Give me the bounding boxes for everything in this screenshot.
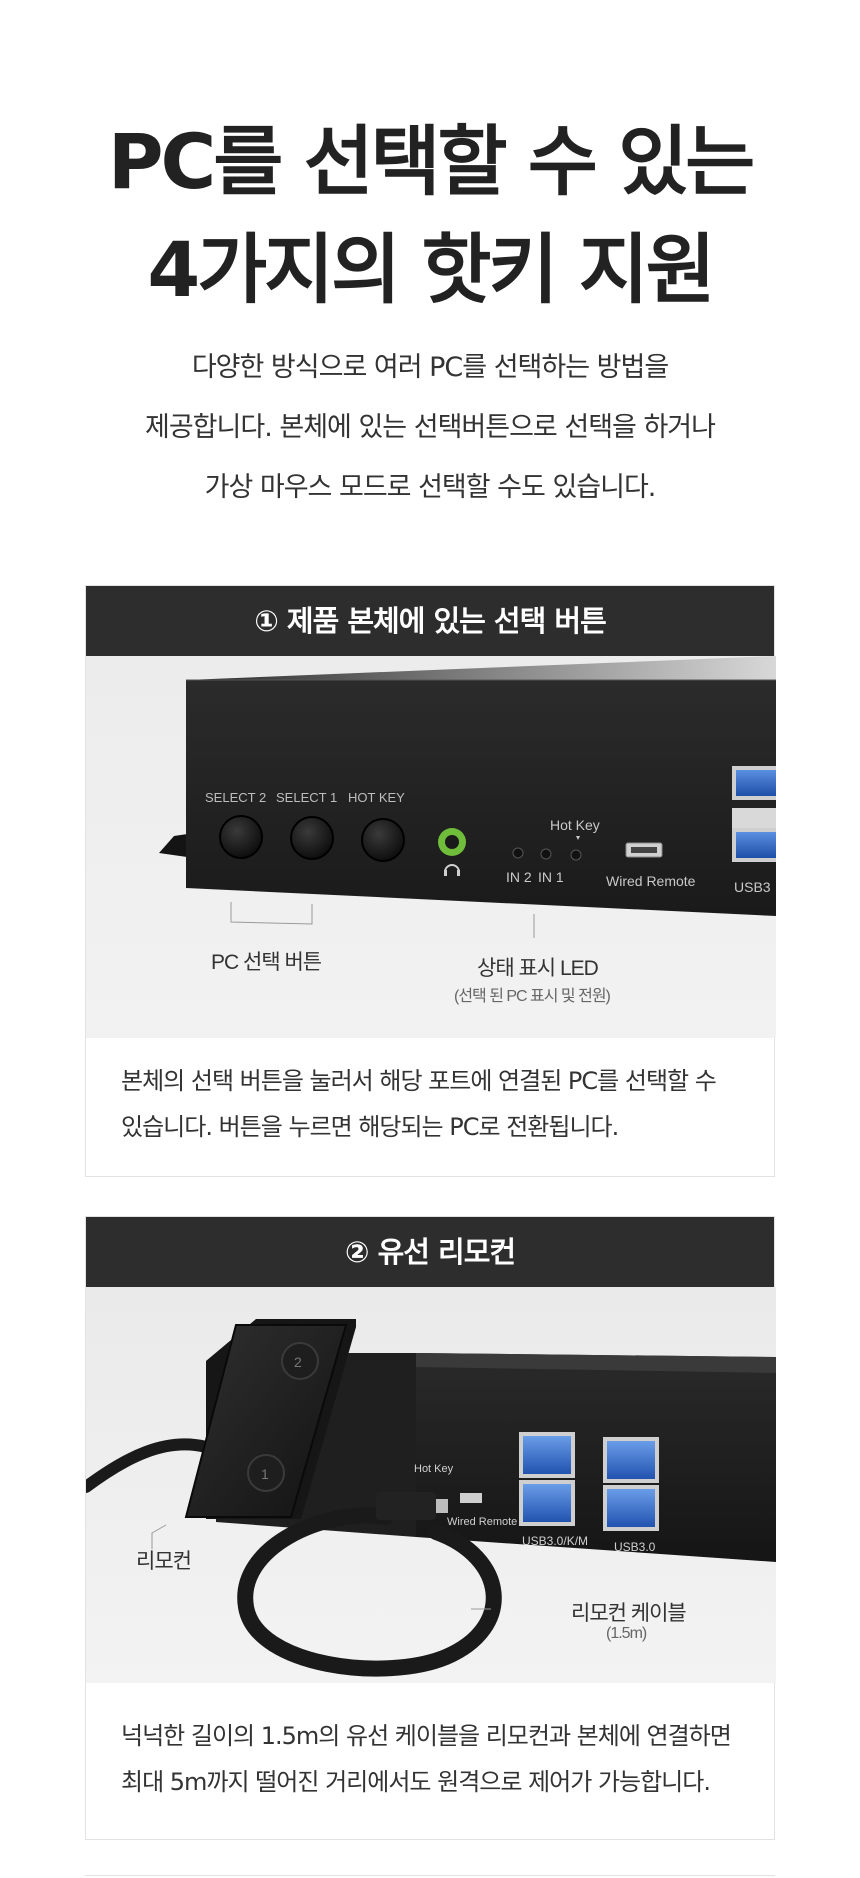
usb-cable [86,1438,212,1493]
card-description: 넉넉한 길이의 1.5m의 유선 케이블을 리모컨과 본체에 연결하면 최대 5… [86,1683,774,1805]
pc-button-bracket [230,902,313,925]
title-line-2: 4가지의 핫키 지원 [147,225,715,314]
kvm-switch-illustration: SELECT 2 SELECT 1 HOT KEY Hot Key IN 2 I… [159,656,776,938]
desc-line-1: 다양한 방식으로 여러 PC를 선택하는 방법을 [191,352,669,383]
hotkey-led-label: Hot Key [550,817,600,833]
wired-remote-label: Wired Remote [447,1516,517,1528]
in1-label: IN 1 [538,869,564,885]
usb-km-label: USB3.0/K/M [522,1534,588,1548]
card2-text-line-1: 넉넉한 길이의 1.5m의 유선 케이블을 리모컨과 본체에 연결하면 [121,1722,732,1750]
card-description: 본체의 선택 버튼을 눌러서 해당 포트에 연결된 PC를 선택할 수 있습니다… [86,1038,774,1150]
led-in2 [512,847,524,859]
cable-plug [376,1492,436,1520]
wired-remote-label: Wired Remote [606,873,696,889]
feature-card-select-button: ① 제품 본체에 있는 선택 버튼 SELECT 2 SELECT 1 HOT … [85,585,776,1177]
callout-status-led-sub: (선택 된 PC 표시 및 전원) [454,988,611,1005]
select1-button[interactable] [290,816,334,860]
remote-button-2-label: 2 [294,1354,302,1370]
feature-card-wired-remote: ② 유선 리모컨 USB3.0/K/M USB3.0 Hot Key Wired… [85,1216,776,1840]
desc-line-2: 제공합니다. 본체에 있는 선택버튼으로 선택을 하거나 [145,412,716,443]
card1-text-line-1: 본체의 선택 버튼을 눌러서 해당 포트에 연결된 PC를 선택할 수 [121,1067,717,1095]
callout-remote: 리모컨 [136,1550,192,1573]
product-photo-wired-remote: USB3.0/K/M USB3.0 Hot Key Wired Remote 2… [86,1287,776,1683]
card2-text-line-2: 최대 5m까지 떨어진 거리에서도 원격으로 제어가 가능합니다. [121,1768,711,1796]
hotkey-label: Hot Key [414,1463,454,1475]
wired-remote-port [460,1493,482,1503]
select2-button[interactable] [219,815,263,859]
hero-section: PC를 선택할 수 있는 4가지의 핫키 지원 다양한 방식으로 여러 PC를 … [0,0,860,580]
callout-remote-cable-sub: (1.5m) [606,1625,647,1642]
led-hotkey [570,849,582,861]
card-header: ② 유선 리모컨 [86,1217,774,1287]
callout-remote-cable: 리모컨 케이블 [571,1602,687,1625]
usb-label: USB3 [734,879,771,895]
usb-label: USB3.0 [614,1540,656,1554]
hotkey-button-label: HOT KEY [348,790,405,805]
callout-pc-select-button: PC 선택 버튼 [211,951,322,974]
page-title: PC를 선택할 수 있는 4가지의 핫키 지원 [0,108,860,324]
select1-label: SELECT 1 [276,790,337,805]
product-photo-front-panel: SELECT 2 SELECT 1 HOT KEY Hot Key IN 2 I… [86,656,776,1038]
select2-label: SELECT 2 [205,790,266,805]
desc-line-3: 가상 마우스 모드로 선택할 수도 있습니다. [204,472,657,503]
hotkey-button[interactable] [361,818,405,862]
remote-cable-coil [237,1507,502,1677]
device-body [416,1353,776,1562]
remote-button-1-label: 1 [261,1466,269,1482]
led-in1 [540,848,552,860]
callout-status-led: 상태 표시 LED [477,957,599,980]
hero-description: 다양한 방식으로 여러 PC를 선택하는 방법을 제공합니다. 본체에 있는 선… [0,338,860,518]
card1-text-line-2: 있습니다. 버튼을 누르면 해당되는 PC로 전환됩니다. [121,1113,619,1141]
card-header: ① 제품 본체에 있는 선택 버튼 [86,586,774,656]
in2-label: IN 2 [506,869,532,885]
section-divider [85,1875,775,1876]
title-line-1: PC를 선택할 수 있는 [107,117,755,206]
